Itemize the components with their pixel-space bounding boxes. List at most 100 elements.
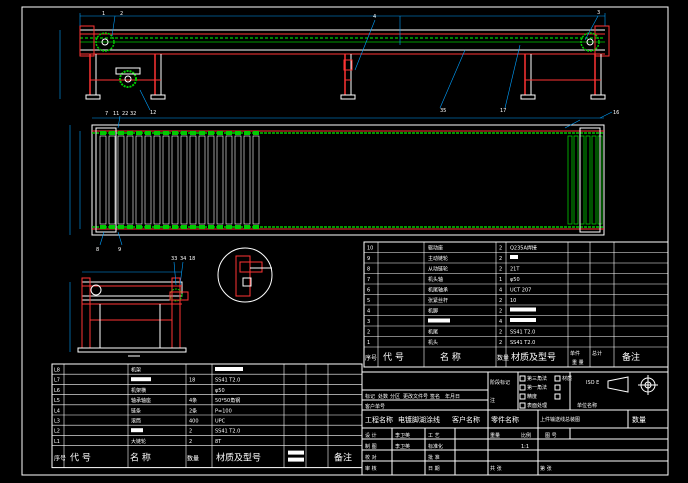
roller [144,135,152,225]
bom-lower-spec: P=100 [215,408,232,414]
bom-upper-name: 机尾 [428,329,438,336]
bom-upper-spec: UCT 207 [510,288,531,294]
roller-end [199,131,205,135]
bom-lower-spec: φ50 [215,388,225,394]
roller-end [118,225,124,229]
bom-upper-qty: 1 [499,277,502,283]
bom-upper-qty: 2 [499,340,502,346]
roller-end [145,225,151,229]
tb-sheet-of: 第 张 [540,465,552,472]
roller-end [253,131,259,135]
bom-lower-name: 滚筒 [131,418,141,425]
bom-upper-no: 8 [367,267,370,273]
roller-end [235,225,241,229]
bom-lower-table: L8 机架 L7 18 SS41 T2.0 L6 机架横 φ50 L5 轴承轴座 4条 50*50角钢… [51,363,363,469]
roller [207,135,215,225]
roller [126,135,134,225]
bom-lower-h-code: 代 号 [70,453,91,464]
bom-lower-h-spec: 材质及型号 [216,452,261,464]
callout-22: 22 [122,111,128,117]
roller [243,135,251,225]
roller [585,135,591,225]
bom-upper-qty: 2 [499,309,502,315]
roller-end [100,131,106,135]
bom-upper-qty: 2 [499,246,502,252]
bom-upper-qty: 2 [499,330,502,336]
roller-end [199,225,205,229]
bom-upper-qty: 2 [499,267,502,273]
callout-35: 35 [440,108,446,114]
bom-lower-no: L4 [54,408,60,414]
roller [567,135,573,225]
roller [579,135,585,225]
bom-lower-spec: SS41 T2.0 [215,378,240,384]
redacted-spec [510,307,536,312]
callout-12: 12 [150,110,156,116]
bom-upper-no: 10 [367,246,373,252]
bom-upper-name: 机头 [428,339,438,346]
bom-lower-qty: 400 [189,419,199,425]
tb-unit-label: 单位名称 [577,402,597,409]
bom-upper-spec: SS41 T2.0 [510,330,535,336]
callout-18: 18 [189,256,195,262]
callout-8: 8 [96,247,99,253]
bom-upper-h-total: 总计 [592,350,602,357]
roller [225,135,233,225]
roller-end [100,225,106,229]
bom-upper-spec: φ50 [510,277,520,283]
roller-end [109,131,115,135]
bom-lower-h-qty: 数量 [187,455,199,463]
roller-end [181,225,187,229]
detail-view-circle [217,247,273,303]
callout-3: 3 [597,10,600,16]
bom-lower-qty: 18 [189,378,195,384]
redacted-cell [288,450,304,455]
roller-end [109,225,115,229]
bom-lower-no: L1 [54,439,60,445]
roller [591,135,597,225]
bom-upper-h-qty: 数量 [497,354,509,362]
bom-upper-spec: 21T [510,267,520,273]
front-elevation-view [59,13,610,111]
redacted-name [131,428,143,433]
bom-lower-name: 轴承轴座 [131,397,151,404]
bom-upper-qty: 2 [499,298,502,304]
callout-9: 9 [118,247,121,253]
roller-end [163,225,169,229]
roller [180,135,188,225]
redacted-name [428,318,450,323]
roller-end [217,131,223,135]
tb-client-label: 客户名称 [452,415,480,424]
tb-role2-4: 日 期 [428,466,440,472]
callout-16: 16 [613,110,619,116]
bom-upper-h-weight: 重 量 [572,359,584,366]
tb-zone-label: 分区 [390,393,400,400]
bom-upper-table: 10 驱动座 2 Q235A焊接 9 主动链轮 2 8 从动链轮 2 21T 7 机头轴 1 φ50 6 机尾轴… [363,241,669,368]
bom-upper-no: 5 [367,298,370,304]
bom-upper-name: 主动链轮 [428,255,448,262]
roller-end [226,225,232,229]
roller-end [208,131,214,135]
tb-role2-3: 批 准 [428,454,440,461]
bom-upper-h-spec: 材质及型号 [511,351,556,363]
tb-change-doc-label: 更改文件号 [403,393,428,400]
callout-17: 17 [500,108,506,114]
bom-upper-spec: Q235A焊接 [510,245,537,252]
bom-upper-name: 机脚 [428,308,438,315]
roller [171,135,179,225]
tb-role2-2: 标准化 [428,443,443,450]
bom-upper-no: 9 [367,256,370,262]
redacted-spec [215,367,243,371]
roller [252,135,260,225]
tb-project-label: 工程名称 [365,415,393,424]
tb-role-2: 制 图 [365,443,377,450]
bom-lower-no: L8 [54,368,60,374]
roller-end [190,225,196,229]
callout-34: 34 [180,256,186,262]
roller-end [217,225,223,229]
bom-lower-spec: 8T [215,439,222,445]
roller-end [127,225,133,229]
roller-end [244,131,250,135]
tb-client-no-label: 客户单号 [365,403,385,410]
bom-upper-name: 从动链轮 [428,266,448,273]
